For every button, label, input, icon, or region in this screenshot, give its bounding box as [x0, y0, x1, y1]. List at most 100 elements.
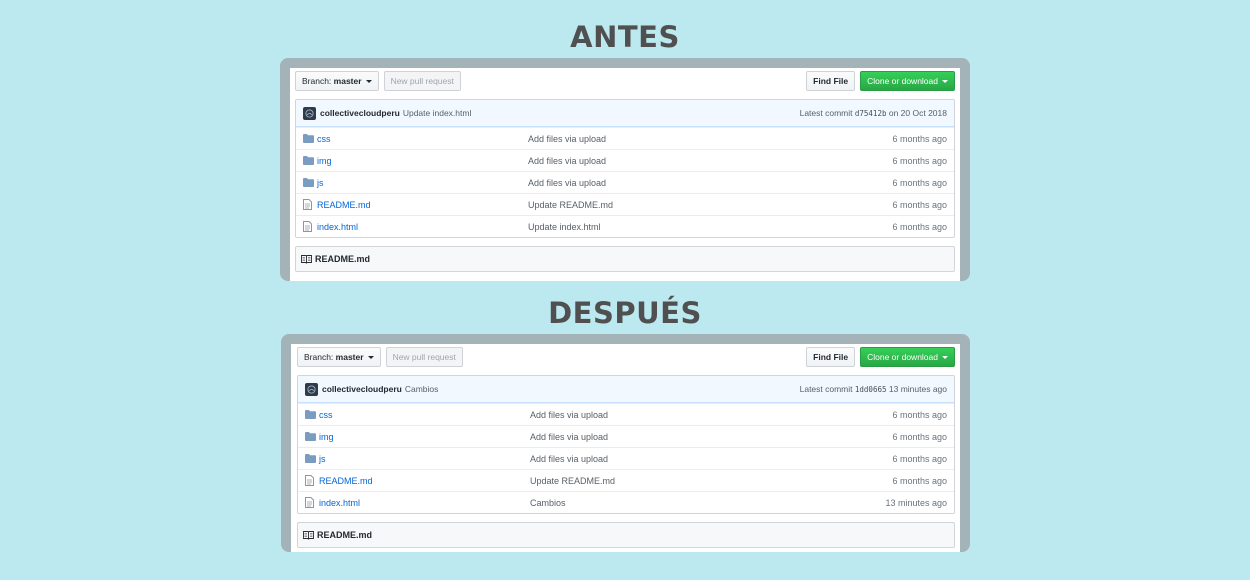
- after-frame: Branch: master New pull request Find Fil…: [281, 334, 970, 552]
- branch-prefix: Branch:: [302, 76, 332, 86]
- before-find-file-button[interactable]: Find File: [806, 71, 856, 91]
- file-age: 6 months ago: [892, 453, 947, 464]
- folder-icon: [305, 410, 319, 419]
- folder-icon: [305, 432, 319, 441]
- after-toolbar: Branch: master New pull request Find Fil…: [297, 347, 955, 367]
- file-age: 6 months ago: [892, 431, 947, 442]
- table-row: README.md Update README.md 6 months ago: [298, 469, 954, 491]
- file-commit-message[interactable]: Add files via upload: [528, 178, 892, 188]
- table-row: js Add files via upload 6 months ago: [298, 447, 954, 469]
- file-name-link[interactable]: index.html: [317, 222, 528, 232]
- after-clone-download-button[interactable]: Clone or download: [860, 347, 955, 367]
- table-row: js Add files via upload 6 months ago: [296, 171, 954, 193]
- avatar[interactable]: [303, 106, 316, 120]
- file-commit-message[interactable]: Cambios: [530, 498, 885, 508]
- table-row: index.html Update index.html 6 months ag…: [296, 215, 954, 237]
- commit-author-link[interactable]: collectivecloudperu: [320, 108, 400, 118]
- book-icon: [303, 530, 314, 540]
- after-branch-button[interactable]: Branch: master: [297, 347, 381, 367]
- after-file-table: collectivecloudperu Cambios Latest commi…: [297, 375, 955, 514]
- file-age: 6 months ago: [892, 155, 947, 166]
- commit-message-link[interactable]: Update index.html: [403, 108, 472, 118]
- file-name-link[interactable]: img: [317, 156, 528, 166]
- commit-sha-link[interactable]: 1dd0665: [855, 385, 887, 394]
- before-commit-bar: collectivecloudperu Update index.html La…: [296, 100, 954, 127]
- commit-time: on 20 Oct 2018: [888, 108, 947, 118]
- file-icon: [303, 199, 317, 210]
- file-commit-message[interactable]: Add files via upload: [530, 432, 892, 442]
- before-title: ANTES: [570, 20, 680, 54]
- file-commit-message[interactable]: Add files via upload: [528, 156, 892, 166]
- file-name-link[interactable]: css: [319, 410, 530, 420]
- after-find-file-button[interactable]: Find File: [806, 347, 856, 367]
- table-row: README.md Update README.md 6 months ago: [296, 193, 954, 215]
- file-age: 6 months ago: [892, 133, 947, 144]
- file-icon: [303, 221, 317, 232]
- file-age: 6 months ago: [892, 221, 947, 232]
- caret-down-icon: [367, 355, 374, 359]
- commit-author-link[interactable]: collectivecloudperu: [322, 384, 402, 394]
- caret-down-icon: [942, 355, 948, 359]
- file-name-link[interactable]: css: [317, 134, 528, 144]
- file-commit-message[interactable]: Update README.md: [530, 476, 892, 486]
- commit-sha-link[interactable]: d75412b: [855, 109, 887, 118]
- latest-commit-label: Latest commit: [799, 384, 853, 394]
- before-branch-button[interactable]: Branch: master: [295, 71, 379, 91]
- caret-down-icon: [365, 79, 372, 83]
- file-name-link[interactable]: js: [319, 454, 530, 464]
- file-name-link[interactable]: README.md: [317, 200, 528, 210]
- after-readme-header: README.md: [297, 522, 955, 548]
- table-row: index.html Cambios 13 minutes ago: [298, 491, 954, 513]
- caret-down-icon: [942, 79, 948, 83]
- file-icon: [305, 475, 319, 486]
- file-name-link[interactable]: index.html: [319, 498, 530, 508]
- readme-title: README.md: [315, 254, 371, 264]
- after-repo-panel: Branch: master New pull request Find Fil…: [291, 344, 960, 552]
- file-name-link[interactable]: img: [319, 432, 530, 442]
- before-readme-header: README.md: [295, 246, 955, 272]
- file-commit-message[interactable]: Update index.html: [528, 222, 892, 232]
- table-row: css Add files via upload 6 months ago: [298, 403, 954, 425]
- file-age: 6 months ago: [892, 409, 947, 420]
- before-repo-panel: Branch: master New pull request Find Fil…: [290, 68, 960, 281]
- file-age: 6 months ago: [892, 199, 947, 210]
- after-new-pull-request-button[interactable]: New pull request: [385, 347, 463, 367]
- file-age: 13 minutes ago: [885, 497, 947, 508]
- latest-commit-info: Latest commit d75412b on 20 Oct 2018: [800, 108, 947, 118]
- file-name-link[interactable]: README.md: [319, 476, 530, 486]
- branch-name: master: [333, 76, 362, 86]
- before-frame: Branch: master New pull request Find Fil…: [280, 58, 970, 281]
- folder-icon: [303, 178, 317, 187]
- latest-commit-info: Latest commit 1dd0665 13 minutes ago: [800, 384, 947, 394]
- folder-icon: [305, 454, 319, 463]
- before-clone-download-button[interactable]: Clone or download: [860, 71, 955, 91]
- readme-title: README.md: [317, 530, 373, 540]
- before-new-pull-request-button[interactable]: New pull request: [383, 71, 461, 91]
- book-icon: [301, 254, 312, 264]
- avatar[interactable]: [305, 382, 318, 396]
- folder-icon: [303, 134, 317, 143]
- folder-icon: [303, 156, 317, 165]
- file-commit-message[interactable]: Add files via upload: [530, 454, 892, 464]
- branch-prefix: Branch:: [304, 352, 334, 362]
- latest-commit-label: Latest commit: [799, 108, 853, 118]
- file-name-link[interactable]: js: [317, 178, 528, 188]
- file-commit-message[interactable]: Add files via upload: [528, 134, 892, 144]
- file-commit-message[interactable]: Update README.md: [528, 200, 892, 210]
- before-toolbar: Branch: master New pull request Find Fil…: [295, 71, 955, 91]
- after-title: DESPUÉS: [548, 296, 702, 330]
- clone-label: Clone or download: [867, 76, 938, 86]
- before-file-table: collectivecloudperu Update index.html La…: [295, 99, 955, 238]
- file-age: 6 months ago: [892, 177, 947, 188]
- table-row: img Add files via upload 6 months ago: [298, 425, 954, 447]
- table-row: css Add files via upload 6 months ago: [296, 127, 954, 149]
- table-row: img Add files via upload 6 months ago: [296, 149, 954, 171]
- clone-label: Clone or download: [867, 352, 938, 362]
- file-commit-message[interactable]: Add files via upload: [530, 410, 892, 420]
- commit-time: 13 minutes ago: [888, 384, 947, 394]
- file-icon: [305, 497, 319, 508]
- branch-name: master: [335, 352, 364, 362]
- after-commit-bar: collectivecloudperu Cambios Latest commi…: [298, 376, 954, 403]
- commit-message-link[interactable]: Cambios: [405, 384, 439, 394]
- file-age: 6 months ago: [892, 475, 947, 486]
